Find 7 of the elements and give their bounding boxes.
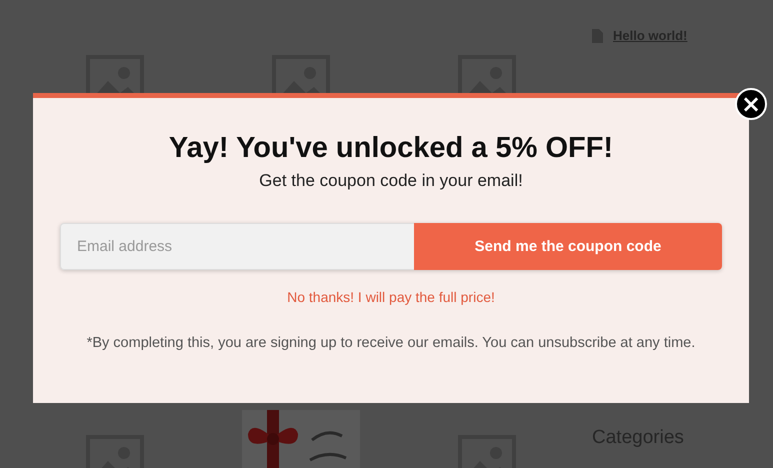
disclaimer-text: *By completing this, you are signing up to receive our emails. You can unsubscribe at any time. <box>86 335 696 351</box>
decline-link[interactable]: No thanks! I will pay the full price! <box>287 289 495 305</box>
popup-subtitle: Get the coupon code in your email! <box>259 171 523 191</box>
popup-title: Yay! You've unlocked a 5% OFF! <box>168 132 614 165</box>
send-coupon-button[interactable]: Send me the coupon code <box>414 223 722 270</box>
email-field[interactable]: Email address <box>60 223 414 270</box>
close-button[interactable]: × <box>735 88 767 120</box>
